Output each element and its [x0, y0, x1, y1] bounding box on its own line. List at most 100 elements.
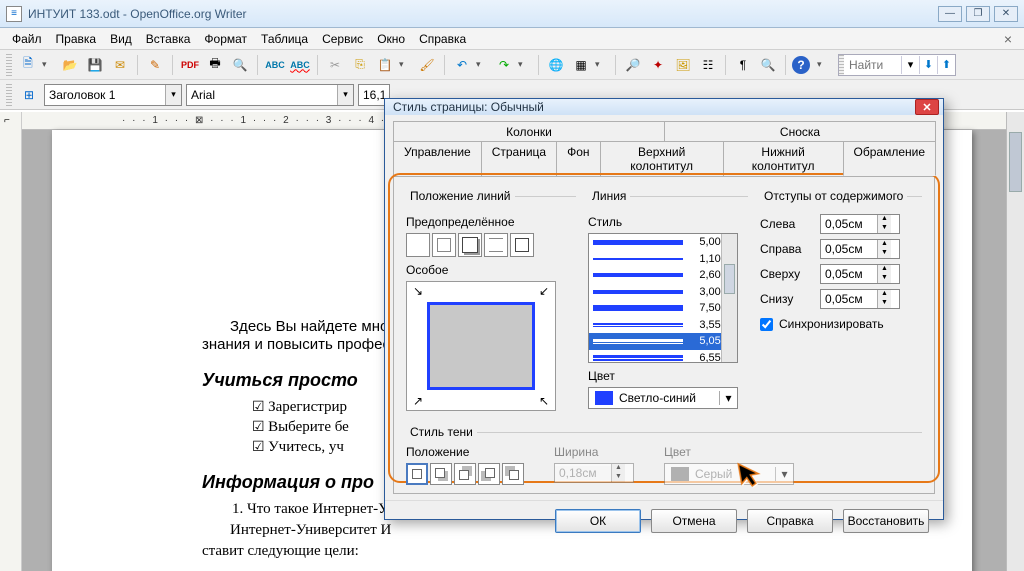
pad-bottom-input[interactable]: ▲▼ — [820, 289, 900, 309]
tab-columns[interactable]: Колонки — [393, 121, 665, 142]
shadow-tl[interactable] — [502, 463, 524, 485]
edit-icon[interactable]: ✎ — [144, 54, 166, 76]
group-line-position: Положение линий — [406, 189, 515, 203]
dialog-titlebar[interactable]: Стиль страницы: Обычный ✕ — [385, 99, 943, 115]
cancel-button[interactable]: Отмена — [651, 509, 737, 533]
help-button[interactable]: Справка — [747, 509, 833, 533]
print-icon[interactable]: 🖶 — [204, 54, 226, 76]
maximize-button[interactable]: ❐ — [966, 6, 990, 22]
undo-icon[interactable]: ↶ — [451, 54, 473, 76]
tab-footer[interactable]: Нижний колонтитул — [723, 141, 844, 176]
reset-button[interactable]: Восстановить — [843, 509, 929, 533]
tab-organizer[interactable]: Управление — [393, 141, 482, 176]
shadow-tr[interactable] — [454, 463, 476, 485]
paste-icon[interactable]: 📋 — [374, 54, 396, 76]
save-icon[interactable]: 💾 — [84, 54, 106, 76]
tab-borders[interactable]: Обрамление — [843, 141, 936, 176]
toolbar-grip[interactable] — [6, 54, 12, 76]
label-special: Особое — [406, 263, 576, 277]
find-dropdown[interactable]: ▾ — [901, 56, 919, 74]
pdf-icon[interactable]: PDF — [179, 54, 201, 76]
open-icon[interactable]: 📂 — [59, 54, 81, 76]
menu-bar: Файл Правка Вид Вставка Формат Таблица С… — [0, 28, 1024, 50]
minimize-button[interactable]: — — [938, 6, 962, 22]
pad-top-input[interactable]: ▲▼ — [820, 264, 900, 284]
shadow-bl[interactable] — [478, 463, 500, 485]
toolbar-grip[interactable] — [6, 84, 12, 106]
menu-insert[interactable]: Вставка — [140, 30, 197, 48]
color-swatch-icon — [671, 467, 689, 481]
datasource-icon[interactable]: ☷ — [697, 54, 719, 76]
autospell-icon[interactable]: ABC — [289, 54, 311, 76]
copy-icon[interactable]: ⎘ — [349, 54, 371, 76]
border-preview[interactable]: ↘↙ ↗↖ — [406, 281, 556, 411]
font-name-combo[interactable]: ▾ — [186, 84, 354, 106]
tab-header[interactable]: Верхний колонтитул — [600, 141, 724, 176]
menu-view[interactable]: Вид — [104, 30, 138, 48]
menu-edit[interactable]: Правка — [50, 30, 103, 48]
menu-table[interactable]: Таблица — [255, 30, 314, 48]
find-input[interactable] — [846, 57, 901, 73]
menu-window[interactable]: Окно — [371, 30, 411, 48]
line-style-list[interactable]: 5,00 pt 1,10 pt 2,60 pt 3,00 pt 7,50 pt … — [588, 233, 738, 363]
preset-shadow[interactable] — [458, 233, 482, 257]
sync-checkbox[interactable] — [760, 318, 773, 331]
preset-topbot[interactable] — [484, 233, 508, 257]
shadow-width-input[interactable]: ▲▼ — [554, 463, 634, 483]
table-icon[interactable]: ▦ — [570, 54, 592, 76]
tab-background[interactable]: Фон — [556, 141, 600, 176]
zoom-icon[interactable]: 🔍 — [757, 54, 779, 76]
find-prev-icon[interactable]: ⬆ — [937, 56, 955, 74]
hyperlink-icon[interactable]: 🌐 — [545, 54, 567, 76]
pad-left-input[interactable]: ▲▼ — [820, 214, 900, 234]
label-pad-bottom: Снизу — [760, 292, 820, 306]
app-icon: ≡ — [6, 6, 22, 22]
mail-icon[interactable]: ✉ — [109, 54, 131, 76]
dialog-close-button[interactable]: ✕ — [915, 99, 939, 115]
styles-icon[interactable]: ⊞ — [18, 84, 40, 106]
find-next-icon[interactable]: ⬇ — [919, 56, 937, 74]
menu-doc-close[interactable]: × — [998, 29, 1018, 49]
label-shadow-color: Цвет — [664, 445, 922, 459]
dialog-title: Стиль страницы: Обычный — [393, 100, 544, 114]
menu-help[interactable]: Справка — [413, 30, 472, 48]
gallery-icon[interactable]: 🖼 — [672, 54, 694, 76]
preset-box[interactable] — [432, 233, 456, 257]
preset-none[interactable] — [406, 233, 430, 257]
shadow-none[interactable] — [406, 463, 428, 485]
tab-page[interactable]: Страница — [481, 141, 557, 176]
menu-tools[interactable]: Сервис — [316, 30, 369, 48]
label-shadow-position: Положение — [406, 445, 524, 459]
menu-format[interactable]: Формат — [198, 30, 253, 48]
redo-icon[interactable]: ↷ — [493, 54, 515, 76]
menu-file[interactable]: Файл — [6, 30, 48, 48]
paragraph-style-combo[interactable]: ▾ — [44, 84, 182, 106]
preset-left[interactable] — [510, 233, 534, 257]
page-style-dialog: Стиль страницы: Обычный ✕ Колонки Сноска… — [384, 98, 944, 520]
group-shadow: Стиль тени — [406, 425, 477, 439]
new-doc-icon[interactable]: 🗎 — [17, 54, 39, 76]
group-padding: Отступы от содержимого — [760, 189, 907, 203]
window-title: ИНТУИТ 133.odt - OpenOffice.org Writer — [28, 7, 938, 21]
label-preset: Предопределённое — [406, 215, 576, 229]
label-shadow-width: Ширина — [554, 445, 634, 459]
vertical-scrollbar[interactable] — [1006, 112, 1024, 571]
spellcheck-icon[interactable]: ABC — [264, 54, 286, 76]
preset-buttons — [406, 233, 576, 257]
navigator-icon[interactable]: ✦ — [647, 54, 669, 76]
preview-icon[interactable]: 🔍 — [229, 54, 251, 76]
label-pad-top: Сверху — [760, 267, 820, 281]
toolbar-overflow[interactable]: ▾ — [817, 59, 831, 70]
pad-right-input[interactable]: ▲▼ — [820, 239, 900, 259]
tab-footnote[interactable]: Сноска — [664, 121, 936, 142]
nonprint-icon[interactable]: ¶ — [732, 54, 754, 76]
close-button[interactable]: ✕ — [994, 6, 1018, 22]
line-color-combo[interactable]: Светло-синий ▾ — [588, 387, 738, 409]
format-paint-icon[interactable]: 🖌 — [416, 54, 438, 76]
ok-button[interactable]: ОК — [555, 509, 641, 533]
shadow-br[interactable] — [430, 463, 452, 485]
shadow-color-combo[interactable]: Серый ▾ — [664, 463, 794, 485]
find-icon[interactable]: 🔎 — [622, 54, 644, 76]
help-icon[interactable]: ? — [792, 56, 810, 74]
cut-icon[interactable]: ✂ — [324, 54, 346, 76]
